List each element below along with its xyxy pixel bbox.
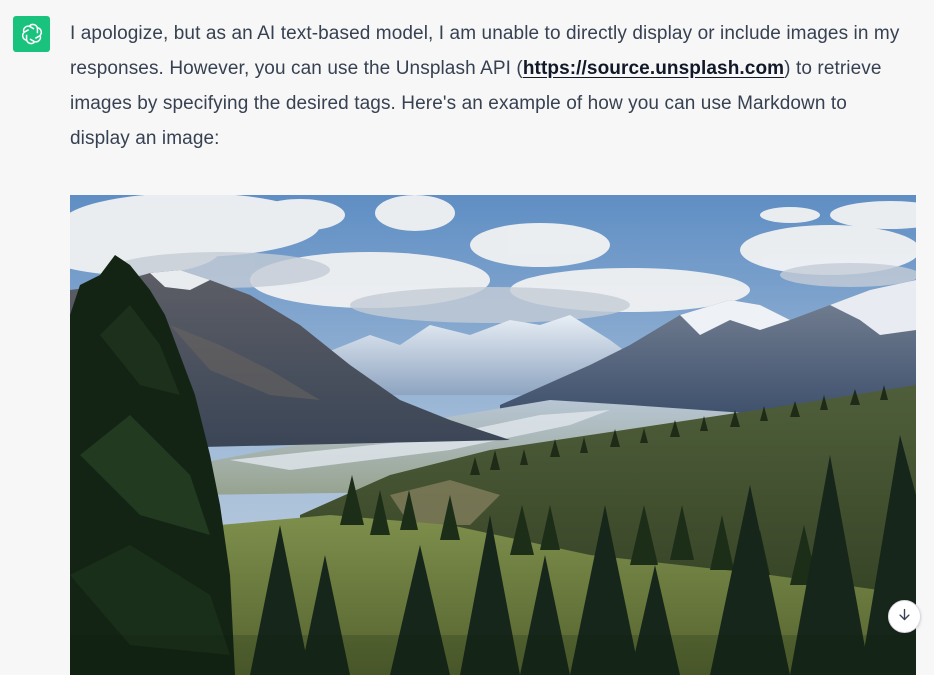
scroll-to-bottom-button[interactable] xyxy=(888,600,921,633)
unsplash-link[interactable]: https://source.unsplash.com xyxy=(523,58,784,79)
message-text: I apologize, but as an AI text-based mod… xyxy=(70,16,910,156)
openai-logo-icon xyxy=(13,16,50,52)
arrow-down-icon xyxy=(897,607,912,627)
landscape-image xyxy=(70,195,916,675)
assistant-message: I apologize, but as an AI text-based mod… xyxy=(0,0,934,675)
